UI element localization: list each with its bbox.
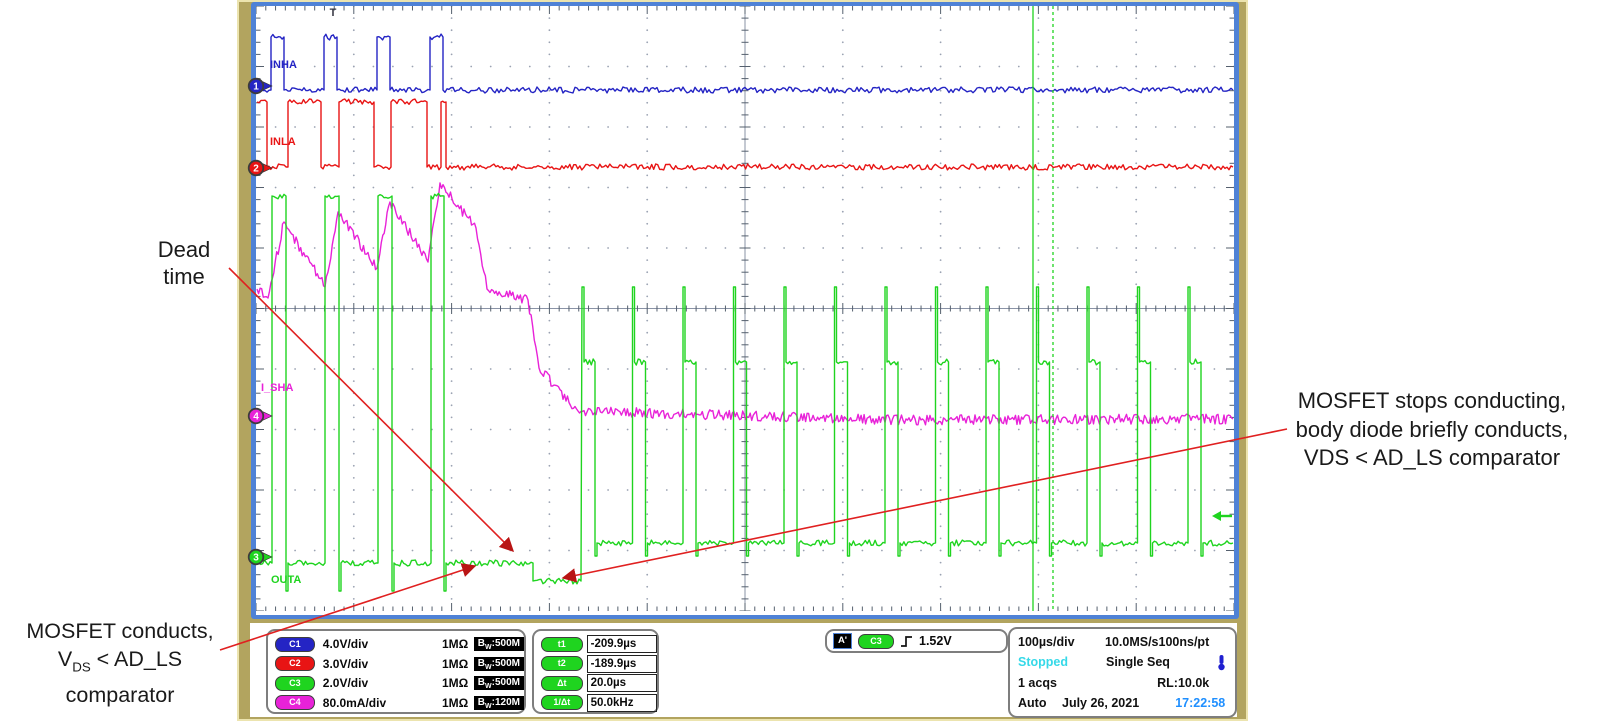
trigger-level: 1.52V: [919, 634, 952, 648]
channel-row-c4: C4 80.0mA/div 1MΩ BW:120M: [268, 694, 524, 712]
channel-settings-panel: C1 4.0V/div 1MΩ BW:500M C2 3.0V/div 1MΩ …: [266, 629, 526, 714]
cursor-value-dt: 20.0µs: [586, 674, 657, 692]
channel-row-c3: C3 2.0V/div 1MΩ BW:500M: [268, 674, 524, 692]
record-length: RL:10.0k: [1157, 675, 1210, 690]
trace-label-inha: INHA: [270, 59, 297, 71]
acquisition-mode: Single Seq: [1106, 655, 1170, 670]
trigger-mode-readout: Auto: [1018, 695, 1047, 710]
time-readout: 17:22:58: [1175, 695, 1226, 710]
channel-scale: 3.0V/div: [322, 656, 369, 671]
mosfet-stops-annotation: MOSFET stops conducting, body diode brie…: [1295, 388, 1569, 470]
timebase-readout: 100µs/div: [1018, 635, 1075, 650]
cursor-value-t2: -189.9µs: [586, 654, 657, 673]
acquisition-panel: 100µs/div 10.0MS/s 100ns/pt Stopped Sing…: [1008, 627, 1237, 718]
trigger-slope-icon: [901, 635, 912, 647]
bandwidth-badge: BW:500M: [473, 676, 524, 690]
cursor-badge-inv-dt[interactable]: 1/Δt: [541, 695, 583, 710]
trace-label-i_sha: I_SHA: [261, 382, 293, 394]
cursor-row-t1: t1 -209.9µs: [534, 635, 657, 653]
channel-scale: 2.0V/div: [322, 676, 369, 690]
channel-badge-c3[interactable]: C3: [275, 675, 315, 691]
bandwidth-badge: BW:500M: [473, 637, 524, 651]
trigger-position-icon: [1218, 654, 1225, 671]
resolution-readout: 100ns/pt: [1158, 635, 1210, 650]
dead-time-annotation: Dead time: [157, 237, 211, 289]
acquisition-row-acqs: 1 acqs RL:10.0k: [1018, 673, 1227, 693]
channel-impedance: 1MΩ: [442, 695, 469, 710]
acquisition-row-state: Stopped Single Seq: [1018, 652, 1227, 672]
channel-row-c1: C1 4.0V/div 1MΩ BW:500M: [268, 635, 524, 653]
bandwidth-badge: BW:120M: [473, 695, 524, 710]
channel-scale: 80.0mA/div: [322, 695, 387, 710]
cursor-badge-t1[interactable]: t1: [541, 636, 583, 652]
channel-badge-c4[interactable]: C4: [275, 695, 315, 710]
cursor-row-dt: Δt 20.0µs: [534, 674, 657, 692]
channel-scale: 4.0V/div: [322, 637, 369, 651]
channel-impedance: 1MΩ: [442, 676, 469, 690]
trigger-position-marker: T: [330, 7, 337, 19]
acquisition-row-timebase: 100µs/div 10.0MS/s 100ns/pt: [1018, 632, 1227, 652]
page: INHA INLA OUTA I_SHA T C1 4.0V/div 1MΩ BW:50…: [0, 0, 1608, 721]
bandwidth-badge: BW:500M: [473, 656, 524, 671]
channel-badge-c1[interactable]: C1: [275, 636, 315, 652]
trigger-readout-panel: A' C3 1.52V: [825, 629, 1008, 653]
trigger-source-badge[interactable]: C3: [858, 633, 894, 649]
channel-badge-c2[interactable]: C2: [275, 656, 315, 671]
cursor-readout-panel: t1 -209.9µs t2 -189.9µs Δt 20.0µs 1/Δt 5…: [532, 629, 659, 714]
cursor-value-inv-dt: 50.0kHz: [586, 693, 657, 712]
trace-label-inla: INLA: [270, 136, 296, 148]
acquisition-row-datetime: Auto July 26, 2021 17:22:58: [1018, 693, 1227, 713]
mosfet-conducts-annotation: MOSFET conducts, VDS < AD_LS comparator: [26, 619, 214, 708]
channel-impedance: 1MΩ: [442, 637, 469, 651]
cursor-row-inv-dt: 1/Δt 50.0kHz: [534, 693, 657, 712]
cursor-badge-dt[interactable]: Δt: [541, 675, 583, 691]
cursor-value-t1: -209.9µs: [586, 635, 657, 653]
trace-label-outa: OUTA: [271, 574, 301, 586]
date-readout: July 26, 2021: [1062, 695, 1140, 710]
acquisition-state: Stopped: [1018, 655, 1068, 670]
channel-row-c2: C2 3.0V/div 1MΩ BW:500M: [268, 655, 524, 673]
acquisition-count: 1 acqs: [1018, 675, 1057, 690]
channel-impedance: 1MΩ: [442, 656, 469, 671]
cursor-badge-t2[interactable]: t2: [541, 656, 583, 671]
trigger-mode-badge[interactable]: A': [833, 633, 852, 649]
cursor-row-t2: t2 -189.9µs: [534, 654, 657, 673]
sample-rate-readout: 10.0MS/s: [1105, 635, 1159, 650]
waveform-display[interactable]: INHA INLA OUTA I_SHA T: [256, 6, 1234, 611]
